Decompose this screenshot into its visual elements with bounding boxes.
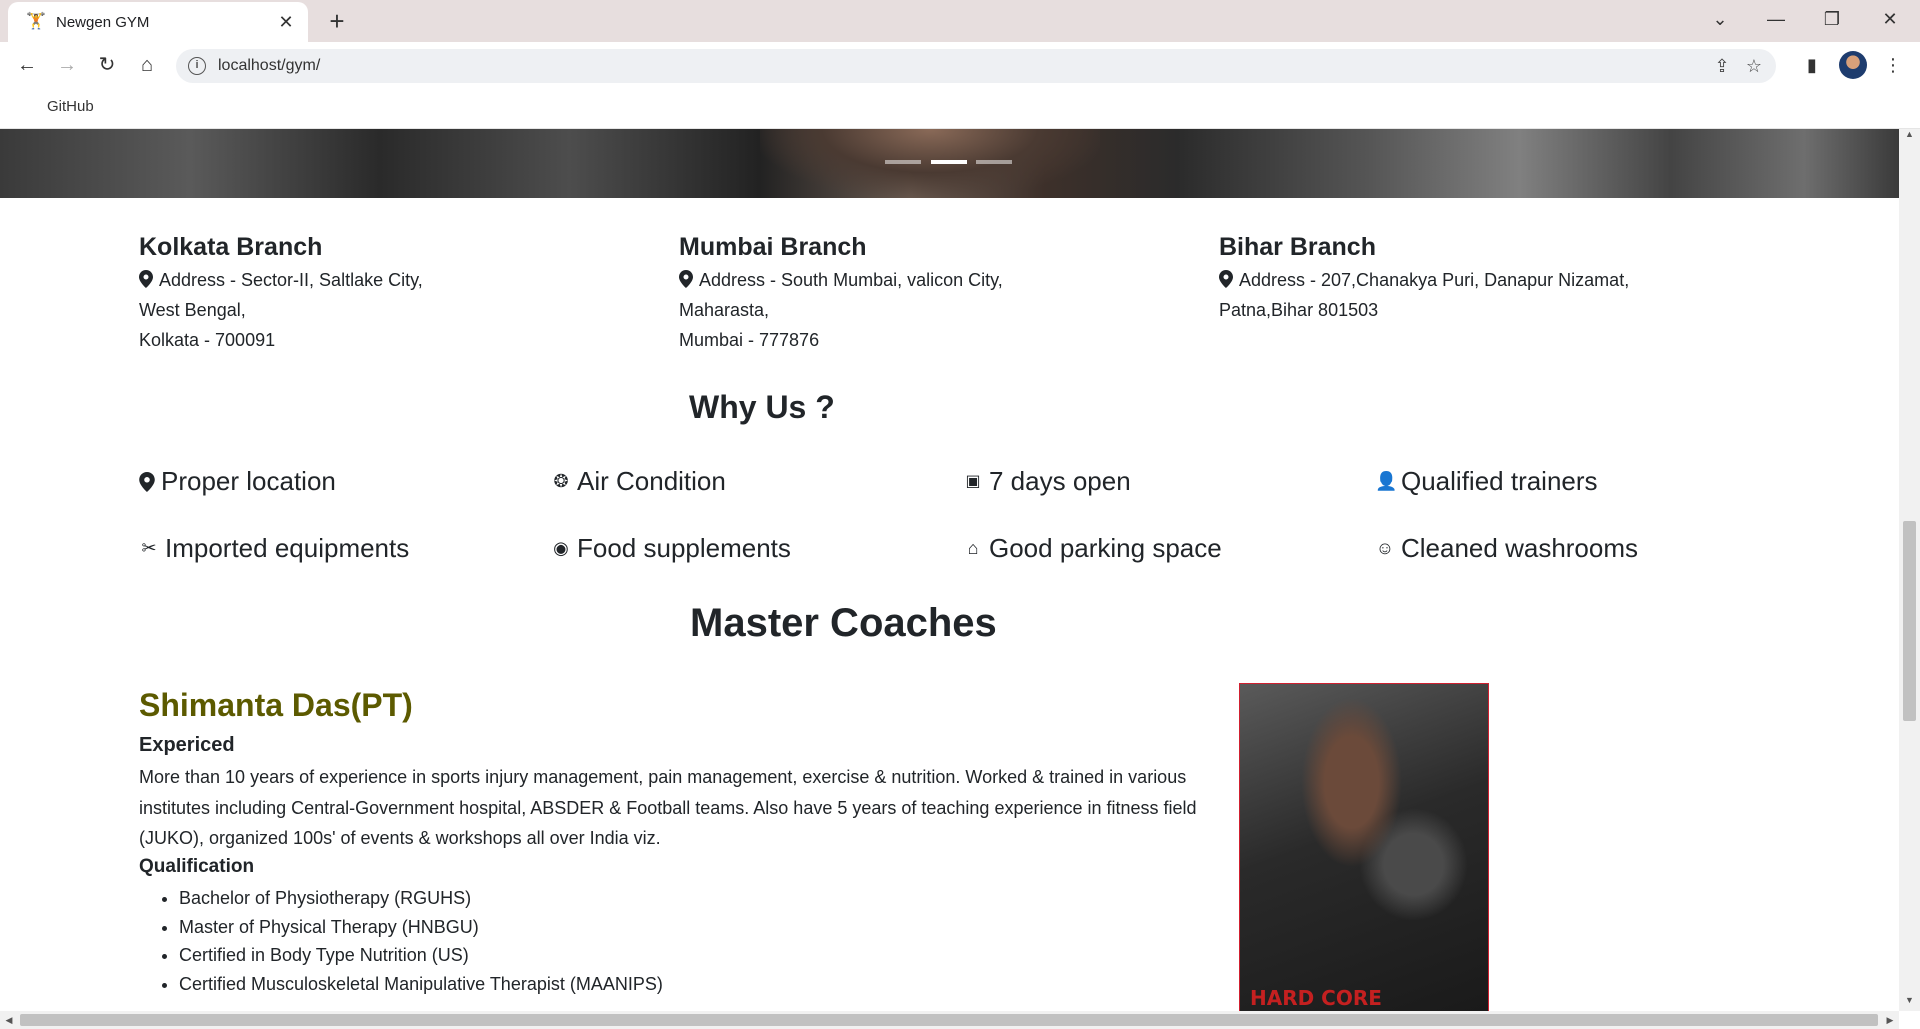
feature-label: Imported equipments	[165, 533, 410, 563]
tools-icon: ✂	[141, 537, 157, 558]
branch-bihar: Bihar Branch Address - 207,Chanakya Puri…	[1219, 231, 1779, 325]
branch-title: Mumbai Branch	[679, 233, 867, 261]
coach-bio: More than 10 years of experience in spor…	[139, 767, 1197, 848]
feature-imported-equipments: ✂ Imported equipments	[139, 533, 409, 564]
profile-avatar[interactable]	[1839, 51, 1867, 79]
horizontal-scrollbar[interactable]: ◀ ▶	[0, 1011, 1899, 1029]
tab-title: Newgen GYM	[56, 13, 150, 31]
address-line: Maharasta,	[679, 300, 770, 320]
bookmarks-bar: GitHub	[0, 88, 1920, 129]
coach-name: Shimanta Das(PT)	[139, 687, 413, 723]
hero-carousel	[0, 129, 1899, 198]
feature-label: Food supplements	[577, 533, 791, 563]
branch-address: Address - 207,Chanakya Puri, Danapur Niz…	[1219, 265, 1779, 325]
coach-photo: HARD CORE	[1239, 683, 1489, 1011]
qualification-heading: Qualification	[139, 856, 254, 878]
smile-icon: ☺	[1375, 537, 1395, 558]
scrollbar-thumb[interactable]	[20, 1014, 1878, 1026]
address-line: Kolkata - 700091	[139, 330, 276, 350]
feature-air-condition: ❂ Air Condition	[551, 466, 726, 497]
calendar-icon: ▣	[965, 472, 981, 490]
feature-label: Proper location	[161, 466, 336, 496]
close-window-button[interactable]: ✕	[1862, 0, 1918, 40]
feature-cleaned-washrooms: ☺ Cleaned washrooms	[1375, 533, 1638, 564]
location-icon	[139, 471, 155, 492]
carousel-indicator-2[interactable]	[931, 160, 967, 164]
fan-icon: ❂	[553, 470, 569, 491]
address-bar[interactable]: i localhost/gym/ ⇪ ☆	[176, 49, 1776, 83]
address-line: West Bengal,	[139, 300, 246, 320]
close-tab-icon[interactable]: ✕	[274, 10, 298, 34]
qualification-heading-text: Qualification	[139, 856, 255, 877]
gym-favicon-icon: 🏋	[26, 13, 46, 30]
scrollbar-thumb[interactable]	[1903, 521, 1916, 721]
branch-address: Address - Sector-II, Saltlake City, West…	[139, 265, 639, 355]
feature-qualified-trainers: 👤 Qualified trainers	[1375, 466, 1598, 497]
list-item: Certified in Body Type Nutrition (US)	[179, 941, 663, 970]
scroll-right-arrow[interactable]: ▶	[1881, 1011, 1899, 1029]
location-icon	[679, 270, 693, 288]
coaches-heading: Master Coaches	[690, 601, 997, 645]
share-icon[interactable]: ⇪	[1710, 54, 1734, 78]
hero-image	[760, 129, 1100, 198]
list-item: Master of Physical Therapy (HNBGU)	[179, 913, 663, 942]
shirt-print: HARD CORE	[1250, 986, 1382, 1010]
feature-proper-location: Proper location	[139, 466, 336, 497]
why-us-heading: Why Us ?	[689, 389, 835, 425]
browser-toolbar: ← → ↻ ⌂ i localhost/gym/ ⇪ ☆ ▮ ⋮	[0, 42, 1920, 88]
address-line: Address - 207,Chanakya Puri, Danapur Niz…	[1239, 270, 1630, 290]
branch-kolkata: Kolkata Branch Address - Sector-II, Salt…	[139, 231, 639, 355]
tab-strip: 🏋 Newgen GYM ✕ + ⌄ — ❐ ✕	[0, 0, 1920, 42]
home-icon: ⌂	[967, 537, 979, 558]
carousel-indicator-1[interactable]	[885, 160, 921, 164]
branch-title: Kolkata Branch	[139, 233, 323, 261]
vertical-scrollbar[interactable]: ▲ ▼	[1899, 129, 1920, 1011]
branch-address: Address - South Mumbai, valicon City, Ma…	[679, 265, 1179, 355]
feature-food-supplements: ◉ Food supplements	[551, 533, 791, 564]
reload-button[interactable]: ↻	[92, 50, 122, 80]
browser-tab[interactable]: 🏋 Newgen GYM ✕	[8, 2, 308, 42]
scroll-down-arrow[interactable]: ▼	[1899, 995, 1920, 1011]
scroll-left-arrow[interactable]: ◀	[0, 1011, 18, 1029]
address-line: Patna,Bihar 801503	[1219, 300, 1379, 320]
back-button[interactable]: ←	[12, 50, 42, 80]
feature-good-parking-space: ⌂ Good parking space	[963, 533, 1222, 564]
feature-label: Qualified trainers	[1401, 466, 1598, 496]
site-info-icon[interactable]: i	[188, 57, 206, 75]
address-line: Address - South Mumbai, valicon City,	[699, 270, 1003, 290]
address-line: Mumbai - 777876	[679, 330, 820, 350]
home-button[interactable]: ⌂	[132, 50, 162, 80]
qualification-list: Bachelor of Physiotherapy (RGUHS) Master…	[139, 884, 663, 998]
experience-heading: Expericed	[139, 734, 235, 756]
feature-label: Cleaned washrooms	[1401, 533, 1639, 563]
carousel-indicator-3[interactable]	[976, 160, 1012, 164]
new-tab-button[interactable]: +	[322, 6, 352, 36]
list-item: Certified Musculoskeletal Manipulative T…	[179, 970, 663, 999]
feature-label: Good parking space	[989, 533, 1222, 563]
scroll-up-arrow[interactable]: ▲	[1899, 129, 1920, 145]
restore-button[interactable]: ❐	[1804, 0, 1860, 40]
trainer-icon: 👤	[1375, 470, 1398, 491]
bookmark-github[interactable]: GitHub	[47, 98, 94, 115]
page-viewport: Kolkata Branch Address - Sector-II, Salt…	[0, 129, 1899, 1011]
forward-button[interactable]: →	[52, 50, 82, 80]
tab-search-icon[interactable]: ⌄	[1692, 0, 1748, 40]
branch-mumbai: Mumbai Branch Address - South Mumbai, va…	[679, 231, 1179, 355]
feature-7-days-open: ▣ 7 days open	[963, 466, 1131, 497]
feature-label: Air Condition	[577, 466, 726, 496]
location-icon	[139, 270, 153, 288]
address-line: Address - Sector-II, Saltlake City,	[159, 270, 423, 290]
url-text[interactable]: localhost/gym/	[218, 57, 320, 75]
location-icon	[1219, 270, 1233, 288]
feature-label: 7 days open	[989, 466, 1131, 496]
menu-icon[interactable]: ⋮	[1878, 50, 1908, 80]
side-panel-icon[interactable]: ▮	[1797, 50, 1827, 80]
list-item: Bachelor of Physiotherapy (RGUHS)	[179, 884, 663, 913]
branch-title: Bihar Branch	[1219, 233, 1376, 261]
bookmark-star-icon[interactable]: ☆	[1742, 54, 1766, 78]
supplement-icon: ◉	[553, 537, 569, 558]
minimize-button[interactable]: —	[1748, 0, 1804, 40]
